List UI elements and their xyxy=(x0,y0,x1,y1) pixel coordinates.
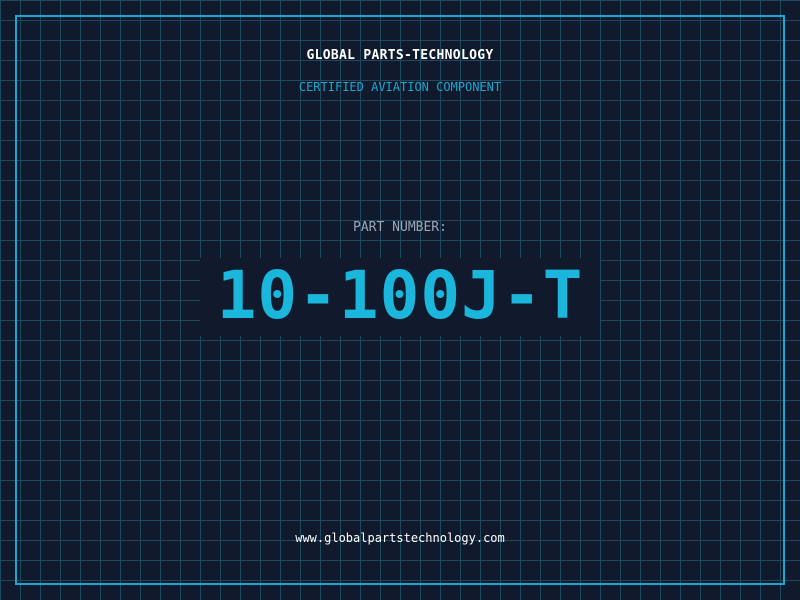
part-number-value: 10-100J-T xyxy=(216,257,584,334)
label-canvas: GLOBAL PARTS-TECHNOLOGY CERTIFIED AVIATI… xyxy=(0,0,800,600)
part-number-label: PART NUMBER: xyxy=(353,220,447,235)
certification-subtitle: CERTIFIED AVIATION COMPONENT xyxy=(298,80,502,94)
website-url: www.globalpartstechnology.com xyxy=(295,531,505,545)
company-name: GLOBAL PARTS-TECHNOLOGY xyxy=(306,48,494,63)
